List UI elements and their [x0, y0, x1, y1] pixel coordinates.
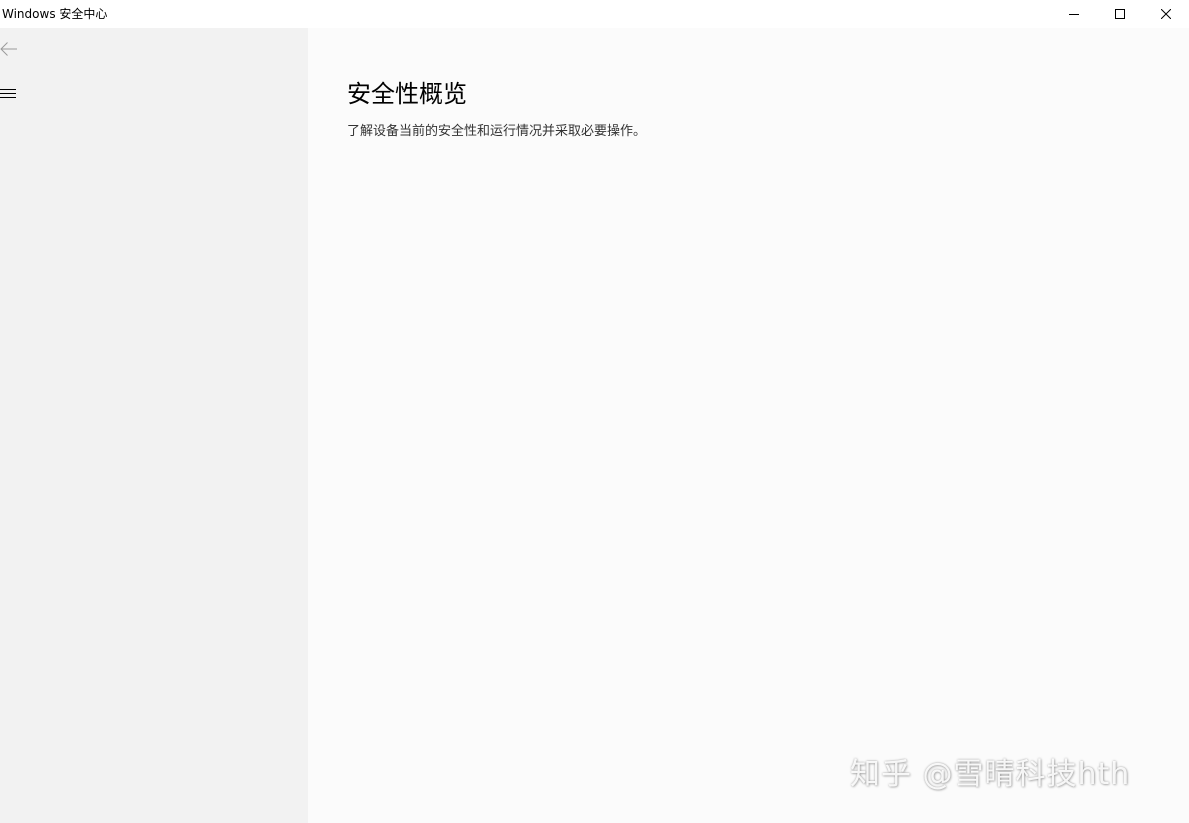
back-button[interactable] — [0, 36, 40, 62]
close-button[interactable] — [1143, 0, 1189, 28]
page-title: 安全性概览 — [347, 80, 467, 108]
navigation-sidebar — [0, 28, 308, 823]
back-arrow-icon — [0, 42, 17, 56]
window-title: Windows 安全中心 — [2, 7, 108, 21]
watermark: 知乎 @雪晴科技hth — [850, 757, 1131, 792]
title-bar: Windows 安全中心 — [0, 0, 1189, 28]
maximize-icon — [1115, 9, 1125, 19]
main-content: 安全性概览 了解设备当前的安全性和运行情况并采取必要操作。 — [308, 28, 1189, 823]
page-subtitle: 了解设备当前的安全性和运行情况并采取必要操作。 — [347, 124, 647, 139]
maximize-button[interactable] — [1097, 0, 1143, 28]
minimize-icon — [1069, 14, 1079, 15]
hamburger-menu-icon — [0, 89, 16, 98]
hamburger-menu-button[interactable] — [0, 82, 40, 106]
minimize-button[interactable] — [1051, 0, 1097, 28]
close-icon — [1161, 9, 1171, 19]
